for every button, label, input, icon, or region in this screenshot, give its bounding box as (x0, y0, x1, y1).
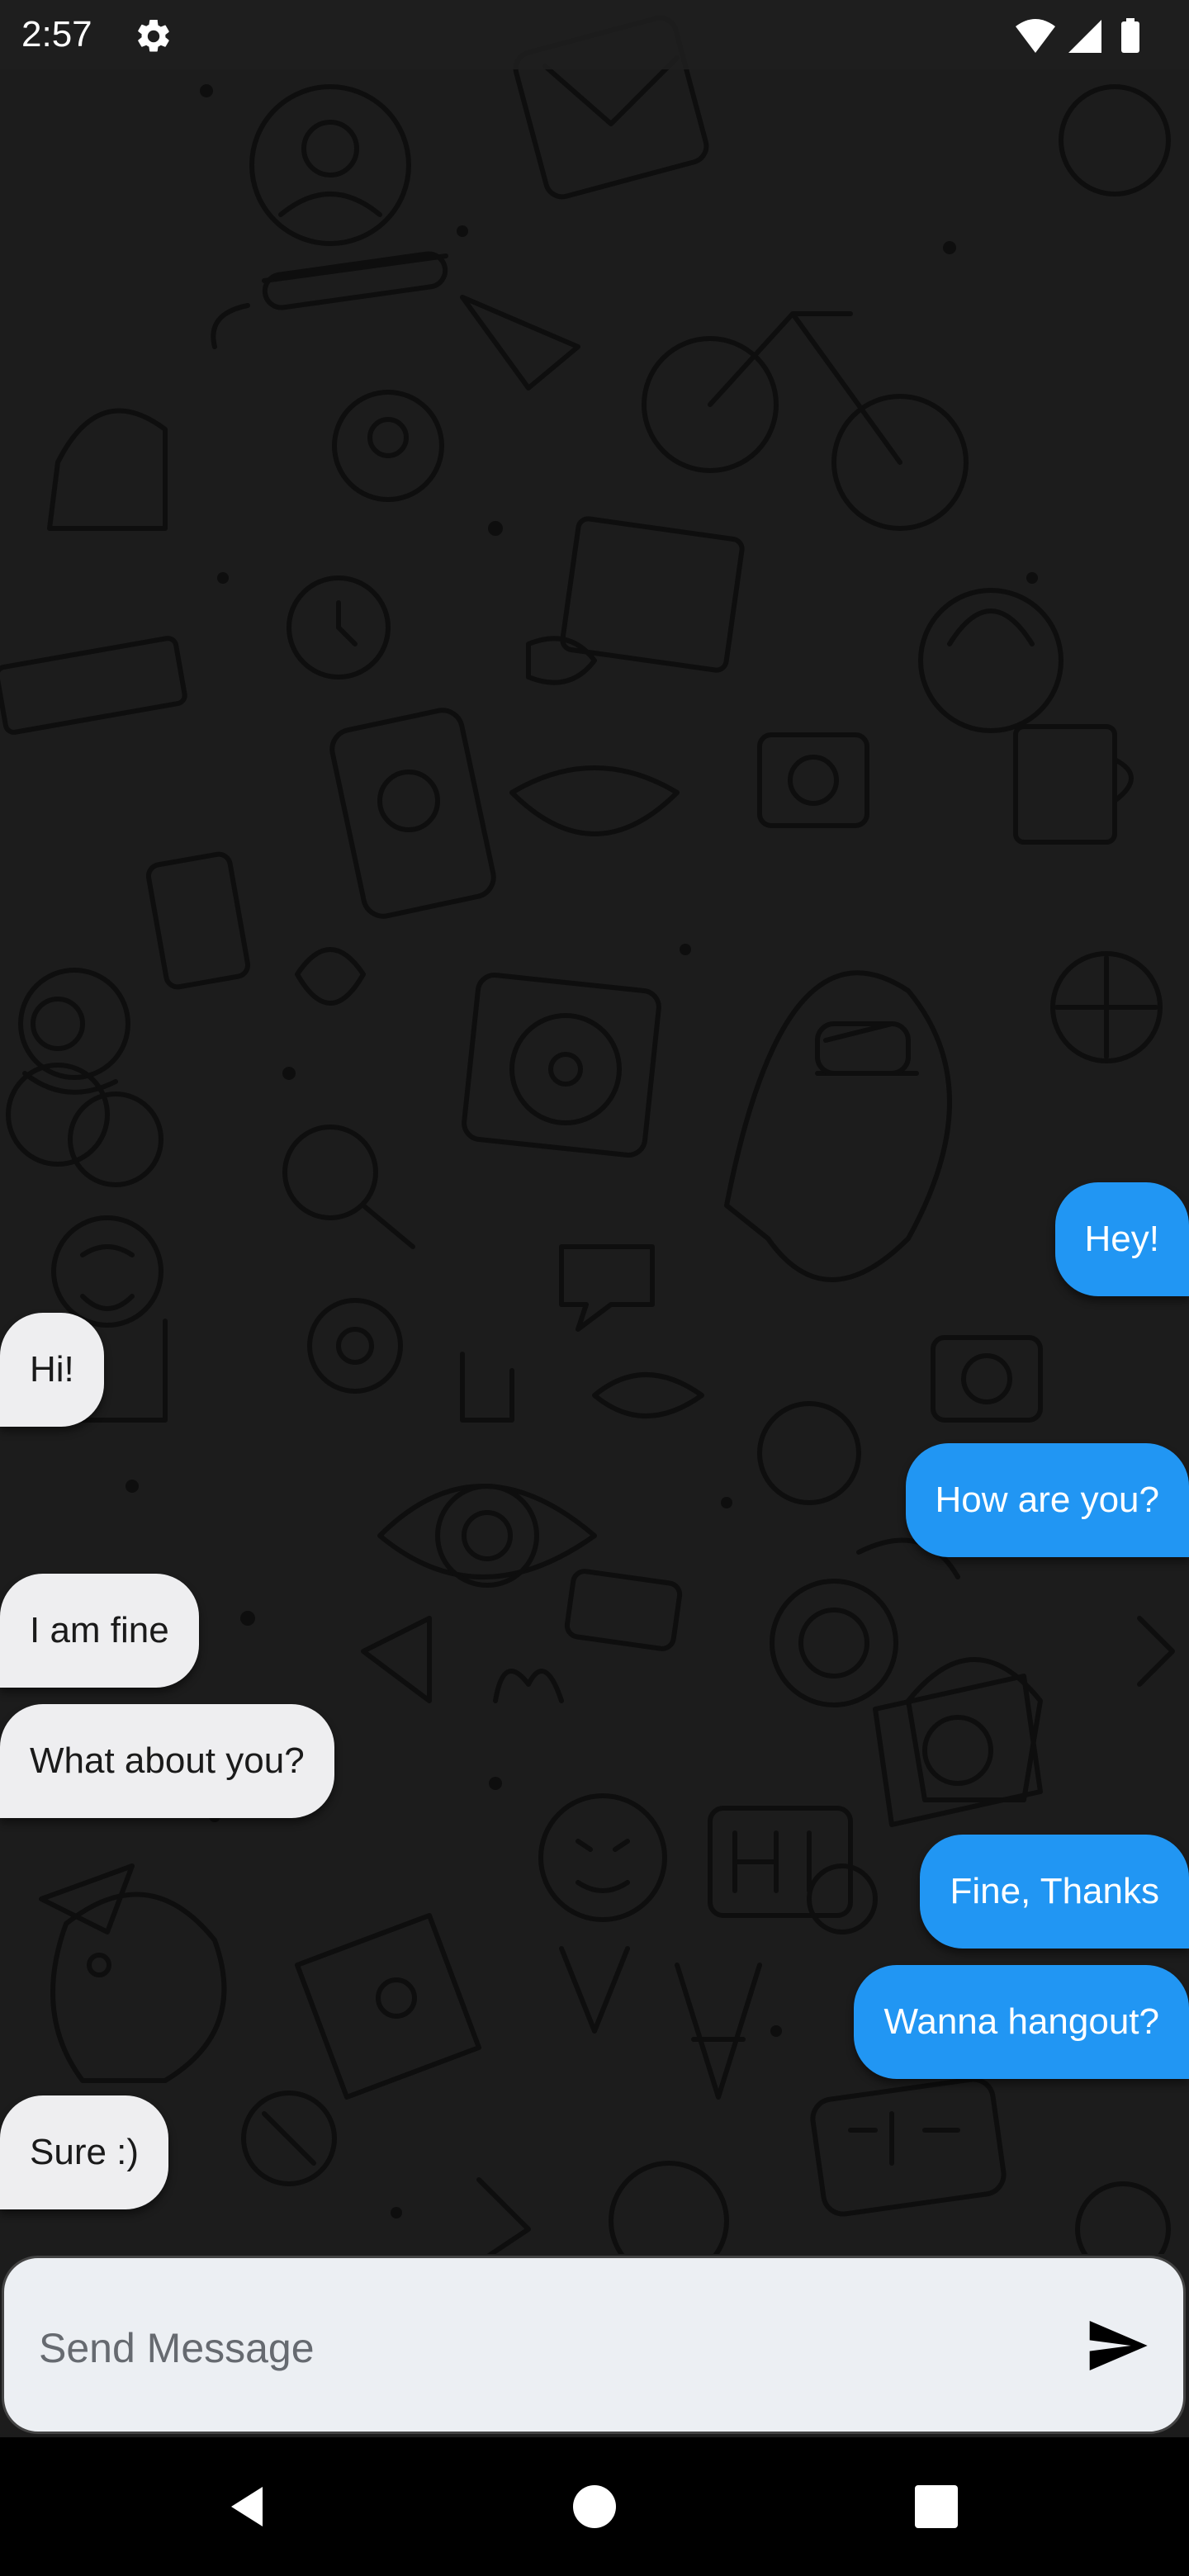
wifi-icon (1016, 19, 1055, 53)
message-text: Fine, Thanks (950, 1871, 1159, 1911)
message-composer (0, 2254, 1189, 2437)
chat-message-list[interactable]: Hey! Hi! How are you? I am fine What abo… (0, 0, 1189, 2254)
message-text: Wanna hangout? (883, 2001, 1159, 2042)
back-icon (231, 2487, 263, 2526)
home-icon (573, 2485, 616, 2528)
navigation-bar (0, 2437, 1189, 2576)
battery-icon (1121, 18, 1139, 53)
message-text: Hi! (30, 1349, 74, 1390)
gear-icon (138, 19, 169, 52)
incoming-message[interactable]: I am fine (0, 1574, 199, 1688)
send-icon[interactable] (1084, 2313, 1150, 2379)
cellular-signal-icon (1068, 20, 1101, 53)
message-text: Hey! (1084, 1219, 1159, 1259)
message-text: I am fine (30, 1610, 169, 1650)
outgoing-message[interactable]: Fine, Thanks (920, 1835, 1189, 1949)
composer-box (2, 2256, 1186, 2434)
outgoing-message[interactable]: Wanna hangout? (854, 1965, 1189, 2079)
recents-icon (915, 2485, 958, 2528)
message-text: How are you? (935, 1480, 1159, 1520)
message-text: What about you? (30, 1740, 305, 1781)
message-input[interactable] (37, 2308, 1048, 2389)
status-bar: 2:57 (0, 0, 1189, 69)
recents-button[interactable] (895, 2465, 978, 2548)
back-button[interactable] (206, 2465, 289, 2548)
incoming-message[interactable]: What about you? (0, 1704, 334, 1818)
status-time: 2:57 (21, 14, 92, 54)
home-button[interactable] (553, 2465, 636, 2548)
outgoing-message[interactable]: Hey! (1054, 1182, 1189, 1296)
message-text: Sure :) (30, 2132, 140, 2172)
incoming-message[interactable]: Sure :) (0, 2095, 169, 2209)
incoming-message[interactable]: Hi! (0, 1313, 104, 1427)
outgoing-message[interactable]: How are you? (905, 1443, 1189, 1557)
